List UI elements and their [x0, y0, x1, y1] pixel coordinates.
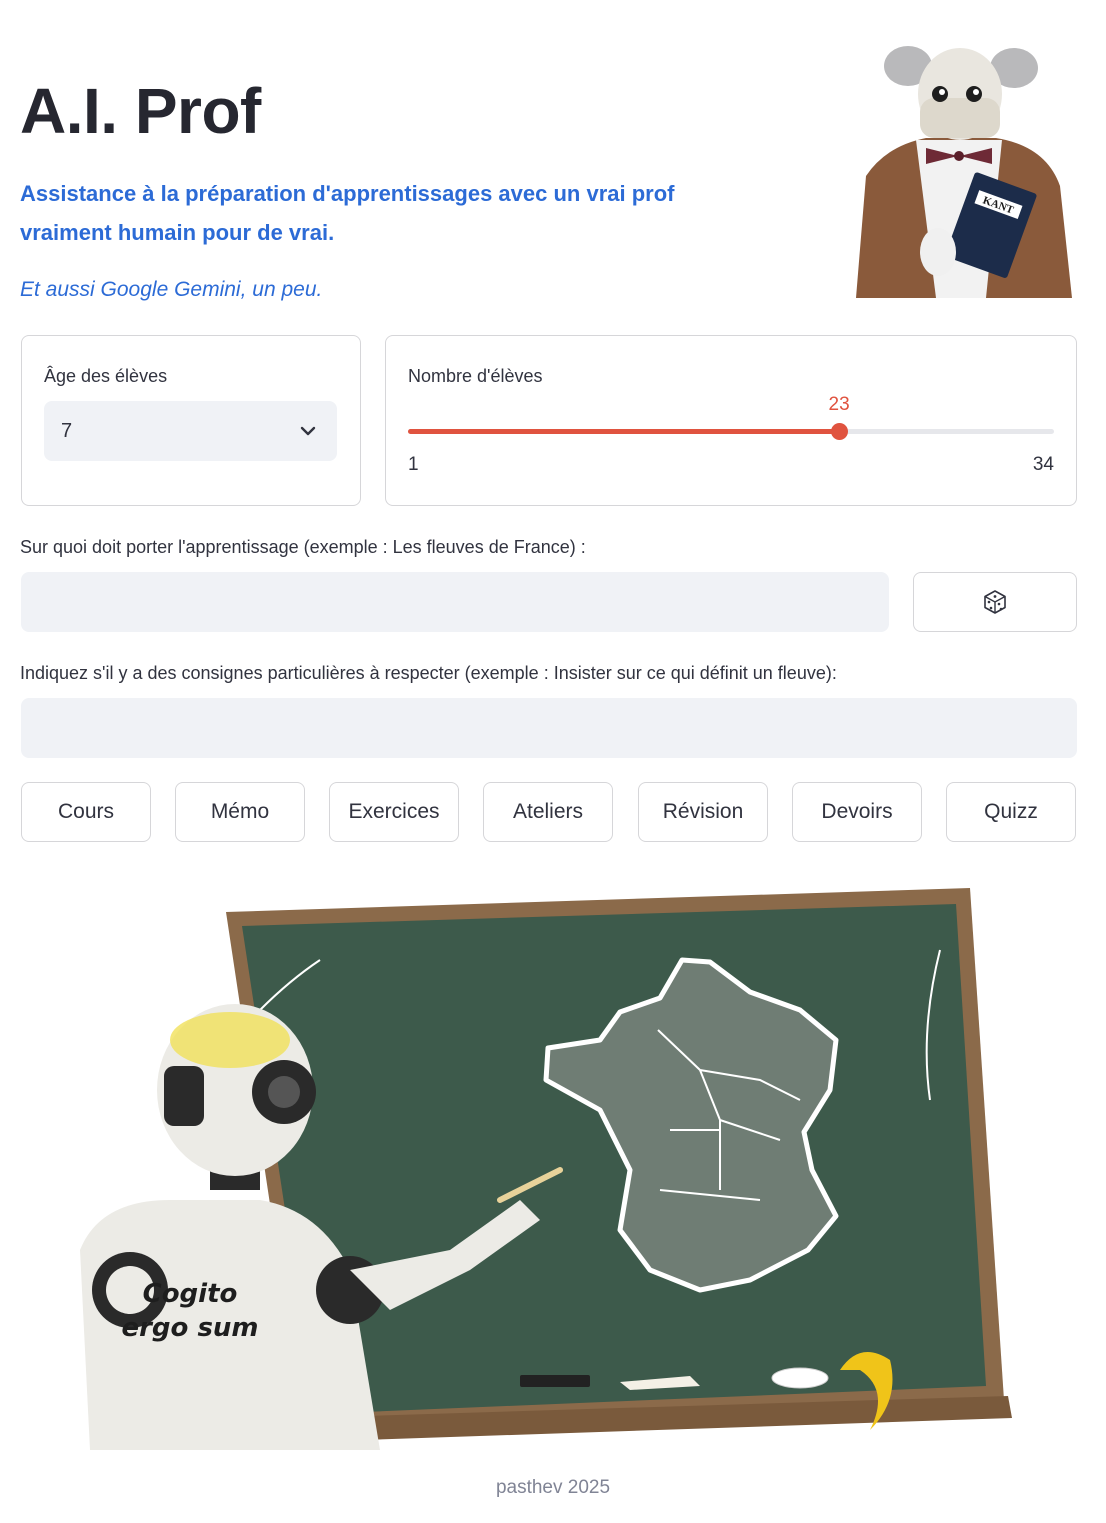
age-selected-value: 7 — [61, 420, 73, 442]
age-select[interactable]: 7 — [44, 401, 337, 461]
slider-min: 1 — [408, 454, 419, 475]
slider-fill — [408, 429, 839, 434]
random-topic-button[interactable] — [913, 572, 1077, 632]
slider-max: 34 — [1032, 454, 1054, 475]
constraints-label: Indiquez s'il y a des consignes particul… — [20, 663, 837, 683]
student-count-slider[interactable] — [408, 423, 1054, 440]
slider-thumb[interactable] — [831, 423, 848, 440]
professor-robot-image: KANT — [856, 46, 1072, 298]
robot-chalkboard-image: Cogito ergo sum — [80, 888, 1012, 1450]
ateliers-button[interactable]: Ateliers — [483, 782, 613, 842]
footer-text: pasthev 2025 — [495, 1477, 611, 1498]
exercices-button[interactable]: Exercices — [329, 782, 459, 842]
student-count-label: Nombre d'élèves — [408, 366, 543, 386]
devoirs-button[interactable]: Devoirs — [792, 782, 922, 842]
page-title: A.I. Prof — [20, 75, 261, 147]
page-note: Et aussi Google Gemini, un peu. — [20, 278, 323, 301]
slider-value: 23 — [828, 394, 850, 415]
revision-button[interactable]: Révision — [638, 782, 768, 842]
topic-input[interactable] — [21, 572, 889, 632]
constraints-input[interactable] — [21, 698, 1077, 758]
student-count-card: Nombre d'élèves 23 1 34 — [385, 335, 1077, 506]
topic-label: Sur quoi doit porter l'apprentissage (ex… — [20, 537, 586, 557]
memo-button[interactable]: Mémo — [175, 782, 305, 842]
dice-icon — [984, 590, 1006, 614]
chevron-down-icon — [300, 426, 316, 436]
age-card: Âge des élèves 7 — [21, 335, 361, 506]
robot-text-line2: ergo sum — [121, 1313, 258, 1343]
robot-text-line1: Cogito — [143, 1279, 238, 1309]
cours-button[interactable]: Cours — [21, 782, 151, 842]
page-subtitle: Assistance à la préparation d'apprentiss… — [20, 181, 675, 245]
quizz-button[interactable]: Quizz — [946, 782, 1076, 842]
age-label: Âge des élèves — [44, 366, 168, 386]
